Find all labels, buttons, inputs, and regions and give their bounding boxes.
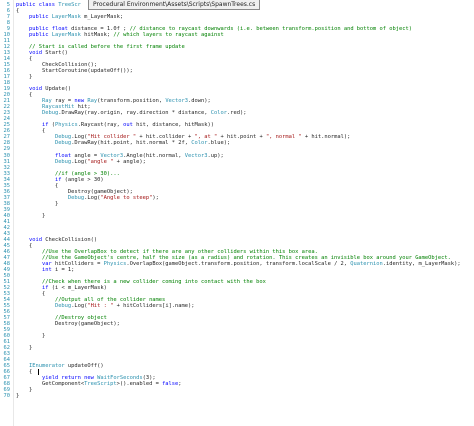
line-number: 70 xyxy=(3,393,11,400)
code-token: } xyxy=(16,393,20,400)
file-path-tooltip: Procedural Environment\Assets\Scripts\Sp… xyxy=(88,0,261,10)
code-editor[interactable]: 5 public class TreeScr 6{7 public LayerMas… xyxy=(0,0,474,426)
code-text: } xyxy=(16,393,19,399)
code-line[interactable]: 70} xyxy=(0,393,474,399)
text-cursor xyxy=(38,369,39,376)
